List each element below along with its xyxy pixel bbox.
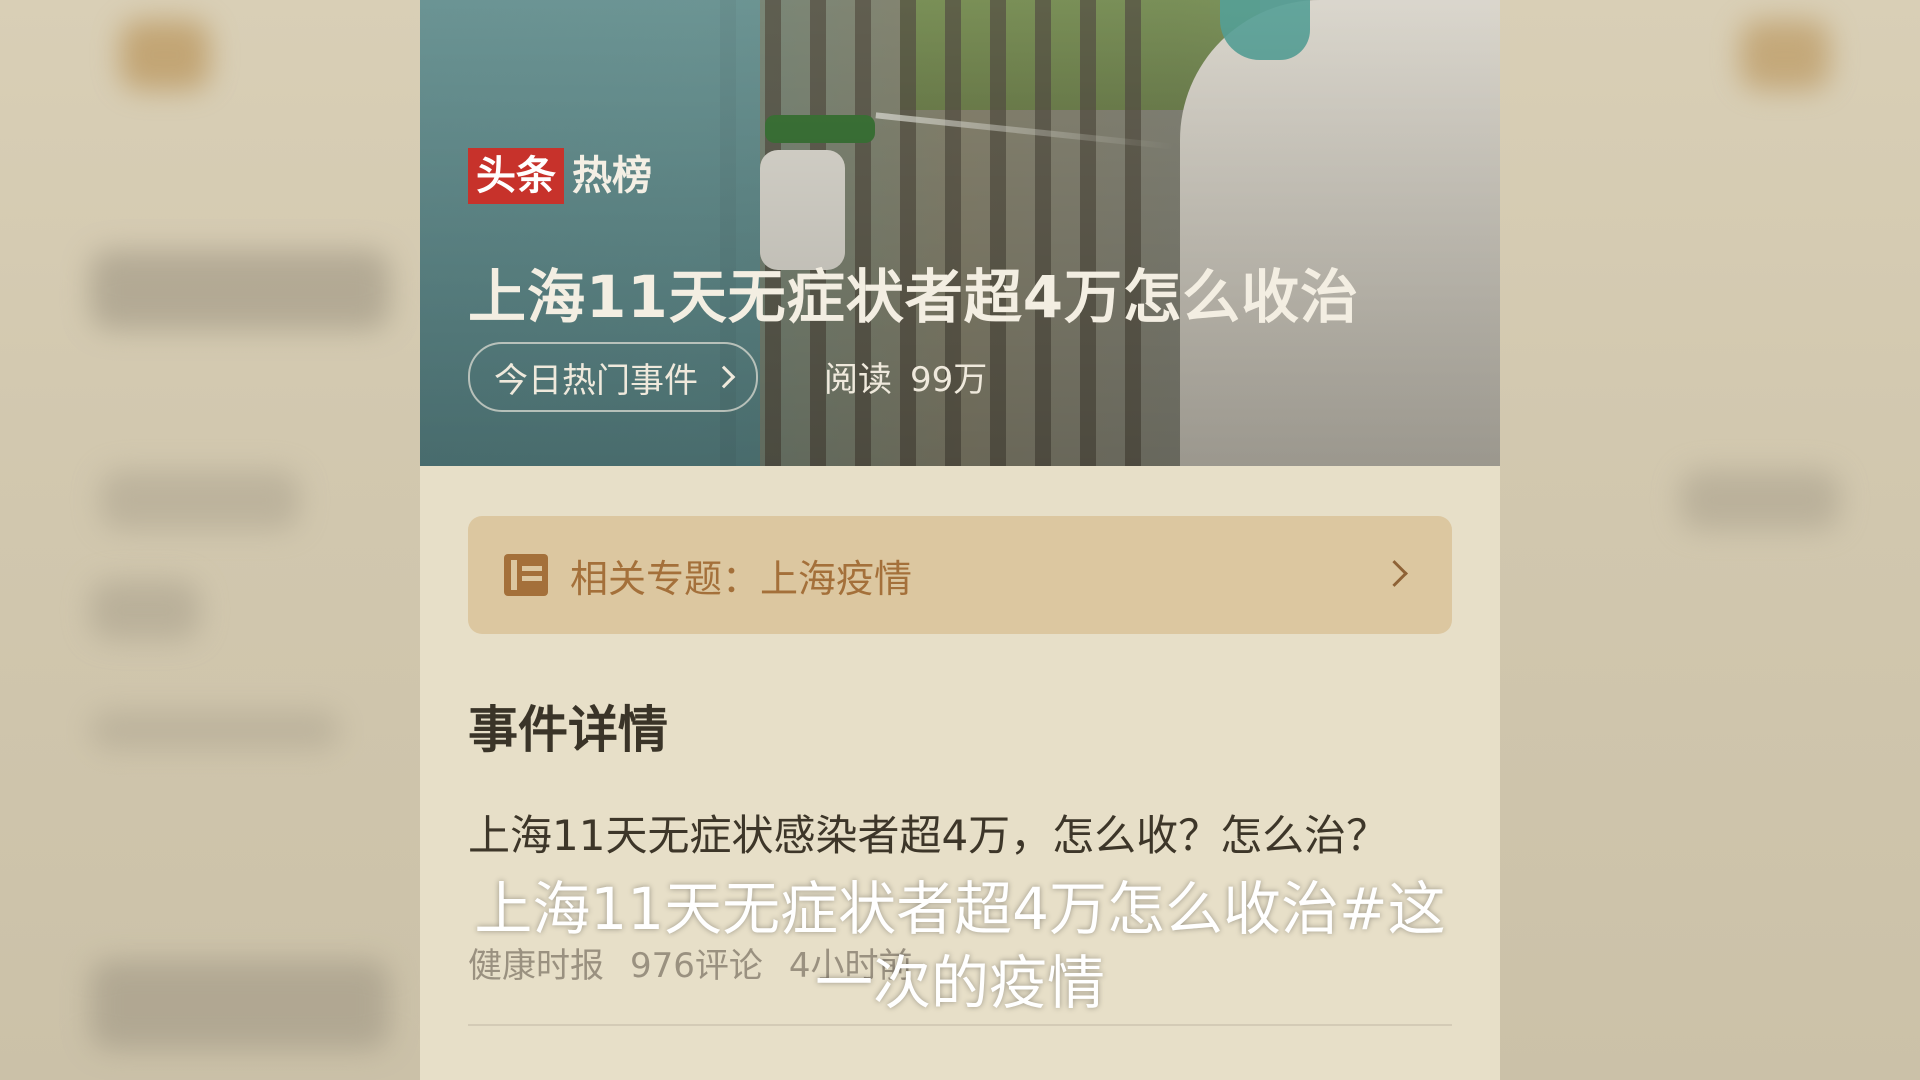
brand-logo-toutiao: 头条 (468, 148, 564, 204)
book-icon (504, 554, 548, 596)
chevron-right-icon (1381, 560, 1408, 587)
related-topic-link[interactable]: 相关专题： 上海疫情 (468, 516, 1452, 634)
section-title: 事件详情 (468, 701, 668, 759)
subtitle-line-2: 一次的疫情 (814, 949, 1105, 1017)
chevron-right-icon (712, 365, 736, 389)
article-summary-link[interactable]: 上海11天无症状感染者超4万，怎么收？怎么治？ (468, 806, 1428, 866)
blurred-background-left (0, 0, 420, 1080)
hot-event-tag-button[interactable]: 今日热门事件 (468, 342, 758, 412)
read-count-label: 阅读 (824, 360, 892, 400)
hot-event-tag-label: 今日热门事件 (494, 360, 698, 401)
toutiao-hot-list-logo: 头条 热榜 (468, 148, 652, 204)
hero-banner[interactable]: 头条 热榜 上海11天无症状者超4万怎么收治 今日热门事件 阅读 99万 (420, 0, 1500, 466)
subtitle-line-1: 上海11天无症状者超4万怎么收治#这 (474, 875, 1446, 943)
read-count: 阅读 99万 (824, 352, 987, 401)
related-topic-value: 上海疫情 (760, 556, 913, 601)
related-topic-label: 相关专题： (570, 556, 761, 601)
hero-headline: 上海11天无症状者超4万怎么收治 (468, 263, 1360, 331)
blurred-background-right (1500, 0, 1920, 1080)
read-count-value: 99万 (910, 360, 988, 400)
video-subtitle: 上海11天无症状者超4万怎么收治#这 一次的疫情 (420, 872, 1500, 1020)
brand-logo-hot: 热榜 (572, 153, 652, 199)
divider (468, 1024, 1452, 1026)
